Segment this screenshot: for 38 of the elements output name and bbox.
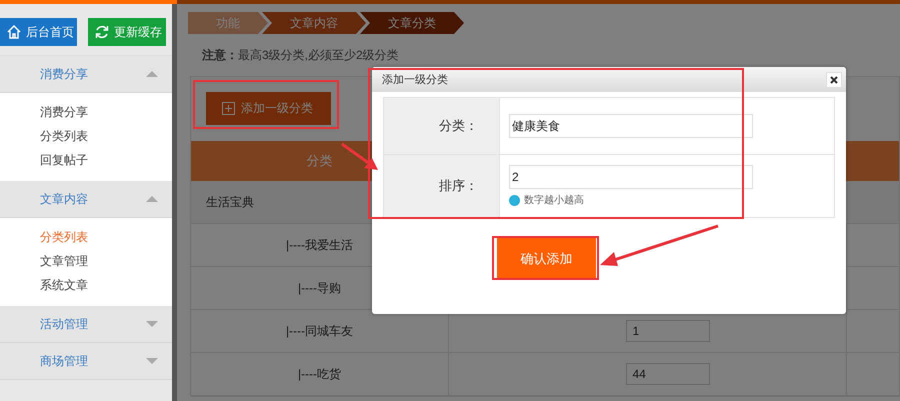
menu-item[interactable]: 回复帖子 — [0, 148, 172, 172]
notice-text: 注意：最高3级分类,必须至少2级分类 — [202, 47, 400, 64]
menu-item[interactable]: 消费分享 — [0, 100, 172, 124]
menu-group-title[interactable]: 活动管理 — [40, 316, 88, 332]
menu-item[interactable]: 分类列表 — [0, 225, 172, 249]
breadcrumb-item[interactable]: 文章内容 — [262, 12, 366, 34]
menu-item[interactable]: 系统文章 — [0, 273, 172, 297]
house-icon — [6, 24, 22, 40]
menu-group-header[interactable]: 消费分享 — [0, 56, 172, 93]
sort-order-field[interactable]: 44 — [626, 363, 710, 385]
breadcrumb-item[interactable]: 文章分类 — [360, 12, 464, 34]
menu-item[interactable]: 文章管理 — [0, 249, 172, 273]
plus-icon — [222, 102, 235, 115]
menu-group-title[interactable]: 消费分享 — [40, 66, 88, 82]
hint-text: 数字越小越高 — [524, 194, 584, 207]
input-field[interactable]: 健康美食 — [509, 114, 753, 138]
refresh-icon — [94, 24, 110, 40]
table-cell-text: 生活宝典 — [205, 194, 254, 210]
input-field[interactable]: 2 — [509, 165, 753, 189]
dialog-title: 添加一级分类 — [382, 73, 448, 87]
refresh-button[interactable]: 更新缓存 — [88, 18, 166, 46]
close-icon[interactable] — [826, 72, 842, 88]
menu-group-header[interactable]: 活动管理 — [0, 306, 172, 343]
sort-order-field[interactable]: 1 — [626, 320, 710, 342]
breadcrumb-item[interactable]: 功能 — [188, 12, 268, 34]
field-label: 排序： — [384, 155, 500, 217]
menu-group-title[interactable]: 商场管理 — [40, 352, 88, 370]
column-header: 分类 — [306, 152, 332, 170]
menu-item[interactable]: 分类列表 — [0, 124, 172, 148]
confirm-add-button[interactable]: 确认添加 — [497, 238, 596, 280]
menu-group-title[interactable]: 文章内容 — [40, 190, 88, 208]
menu-group-header[interactable]: 商场管理 — [0, 343, 172, 380]
menu-group-header[interactable]: 文章内容 — [0, 181, 172, 218]
table-cell: |----吃货 — [191, 353, 449, 395]
info-icon — [509, 194, 520, 206]
add-category-button[interactable]: 添加一级分类 — [206, 92, 331, 125]
home-button[interactable]: 后台首页 — [0, 18, 77, 46]
field-label: 分类： — [384, 98, 500, 154]
